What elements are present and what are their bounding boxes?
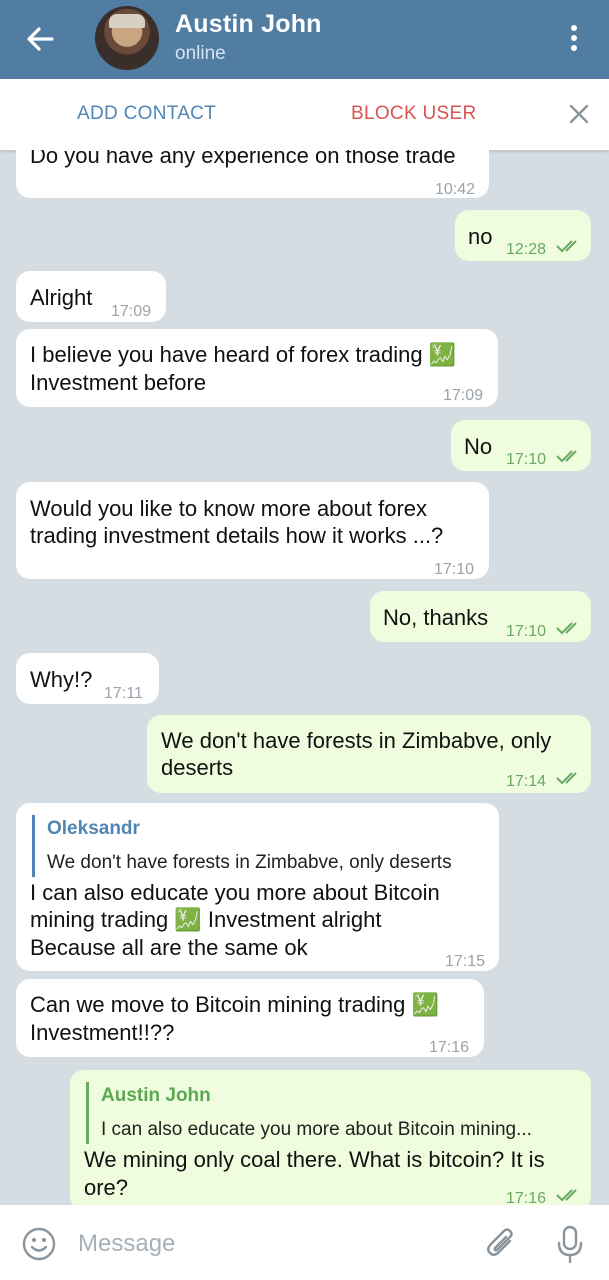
emoji-icon[interactable] [22,1227,56,1261]
message-text-part: mining trading [30,907,169,932]
double-check-icon [556,240,577,253]
message-text-line: mining trading 💹 Investment alright [30,906,381,934]
block-user-button[interactable]: BLOCK USER [351,103,476,125]
message-text: Do you have any experience on those trad… [30,150,456,168]
message-outgoing[interactable]: No, thanks 17:10 [370,591,591,642]
message-incoming[interactable]: Oleksandr We don't have forests in Zimba… [16,803,499,971]
message-time: 17:16 [429,1039,470,1056]
message-time: 17:09 [111,303,152,320]
attach-icon[interactable] [486,1227,518,1261]
chart-emoji-icon: 💹 [174,907,202,932]
message-incoming[interactable]: I believe you have heard of forex tradin… [16,329,498,407]
double-check-icon [556,450,577,463]
message-incoming[interactable]: Can we move to Bitcoin mining trading 💹 … [16,979,484,1057]
message-text-line: I can also educate you more about Bitcoi… [30,880,440,905]
message-text-line: ore? [84,1175,129,1200]
message-incoming[interactable]: Alright 17:09 [16,271,166,322]
message-input[interactable]: Message [78,1230,175,1258]
reply-quote[interactable]: Oleksandr We don't have forests in Zimba… [32,815,452,877]
double-check-icon [556,622,577,635]
message-text: No [464,434,493,459]
message-outgoing[interactable]: We don't have forests in Zimbabve, only … [147,715,591,793]
message-outgoing[interactable]: no 12:28 [455,210,591,261]
message-text-line: Because all are the same ok [30,935,308,960]
message-text-line: Investment!!?? [30,1020,175,1045]
double-check-icon [556,1189,577,1202]
message-input-bar: Message [0,1205,609,1280]
quote-author: Austin John [101,1085,211,1106]
close-icon[interactable] [566,101,592,127]
contact-name[interactable]: Austin John [175,10,322,39]
message-text-part: Investment alright [207,907,382,932]
microphone-icon[interactable] [556,1225,584,1265]
message-text: no [468,224,493,249]
chat-messages[interactable]: Do you have any experience on those trad… [0,150,609,1205]
more-menu-icon[interactable] [560,22,588,56]
message-text: I believe you have heard of forex tradin… [30,341,456,369]
message-time: 17:14 [506,773,547,790]
message-text-line: trading investment details how it works … [30,523,444,548]
message-text-line: Would you like to know more about forex [30,496,428,521]
quote-author: Oleksandr [47,818,140,839]
contact-status: online [175,43,226,64]
message-text-line: Investment before [30,370,207,395]
message-text-part: Can we move to Bitcoin mining trading [30,992,406,1017]
message-outgoing[interactable]: No 17:10 [451,420,591,471]
avatar[interactable] [95,6,159,70]
double-check-icon [556,772,577,785]
message-text-line: deserts [161,755,234,780]
message-time: 17:16 [506,1190,547,1205]
message-incoming[interactable]: Would you like to know more about forex … [16,482,489,579]
message-text: Can we move to Bitcoin mining trading 💹 [30,991,439,1019]
message-incoming[interactable]: Do you have any experience on those trad… [16,150,489,198]
back-arrow-icon[interactable] [22,20,60,58]
chart-emoji-icon: 💹 [428,342,457,367]
chat-header: Austin John online [0,0,609,79]
message-incoming[interactable]: Why!? 17:11 [16,653,159,704]
message-time: 17:10 [434,561,475,578]
add-contact-button[interactable]: ADD CONTACT [77,103,216,125]
message-time: 17:11 [104,685,143,702]
contact-action-bar: ADD CONTACT BLOCK USER [0,79,609,150]
message-time: 17:10 [506,451,547,468]
message-time: 17:10 [506,623,547,640]
message-outgoing[interactable]: Austin John I can also educate you more … [70,1070,591,1205]
message-text: Why!? [30,667,93,692]
message-time: 17:15 [445,953,486,970]
message-text-line: We mining only coal there. What is bitco… [84,1147,545,1172]
message-time: 10:42 [435,181,476,198]
message-text: Alright [30,285,93,310]
chart-emoji-icon: 💹 [411,992,439,1017]
reply-quote[interactable]: Austin John I can also educate you more … [86,1082,532,1144]
message-text-line: I believe you have heard of forex tradin… [30,342,423,367]
message-text-line: We don't have forests in Zimbabve, only [161,728,552,753]
quote-text: We don't have forests in Zimbabve, only … [47,852,452,873]
message-text: No, thanks [383,605,489,630]
quote-text: I can also educate you more about Bitcoi… [101,1119,532,1140]
message-time: 17:09 [443,387,484,404]
message-time: 12:28 [506,241,547,258]
